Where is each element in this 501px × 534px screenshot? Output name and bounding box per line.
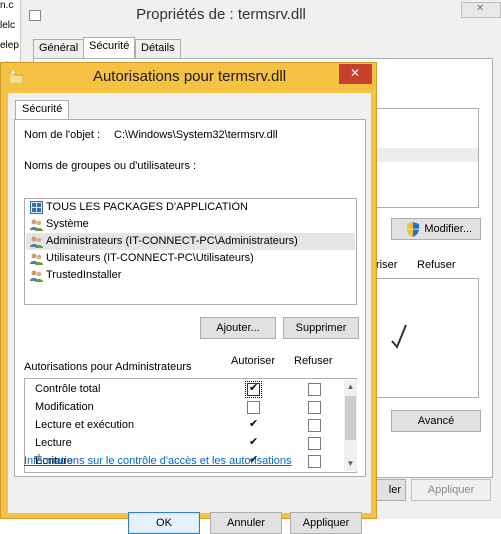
object-name-value: C:\Windows\System32\termsrv.dll bbox=[114, 129, 278, 141]
deny-checkbox[interactable] bbox=[308, 455, 321, 468]
back-col-deny: Refuser bbox=[417, 259, 456, 271]
tab-security[interactable]: Sécurité bbox=[15, 100, 70, 120]
list-item[interactable]: Système bbox=[26, 216, 355, 233]
security-panel: Nom de l'objet : C:\Windows\System32\ter… bbox=[14, 119, 366, 477]
back-col-allow: riser bbox=[376, 259, 398, 271]
tab-security[interactable]: Sécurité bbox=[83, 37, 136, 59]
add-button[interactable]: Ajouter... bbox=[200, 317, 276, 339]
deny-checkbox[interactable] bbox=[308, 437, 321, 450]
permissions-label: Autorisations pour Administrateurs bbox=[24, 361, 192, 373]
modify-button-label: Modifier... bbox=[424, 223, 472, 235]
deny-checkbox[interactable] bbox=[308, 383, 321, 396]
background-text: lelc bbox=[0, 20, 16, 31]
groups-label: Noms de groupes ou d'utilisateurs : bbox=[24, 160, 197, 172]
users-list[interactable]: TOUS LES PACKAGES D'APPLICATION Système … bbox=[24, 198, 357, 305]
properties-titlebar: Propriétés de : termsrv.dll bbox=[21, 0, 501, 32]
properties-title: Propriétés de : termsrv.dll bbox=[136, 6, 306, 23]
deny-checkbox[interactable] bbox=[308, 419, 321, 432]
ok-button[interactable]: OK bbox=[128, 512, 200, 534]
permission-row: Contrôle total bbox=[35, 383, 101, 395]
dialog-close-icon[interactable] bbox=[339, 64, 372, 84]
user-name: Système bbox=[46, 218, 89, 230]
permissions-scrollbar[interactable]: ▲ ▼ bbox=[344, 380, 357, 471]
permission-row: Lecture bbox=[35, 437, 72, 449]
col-allow-header: Autoriser bbox=[231, 355, 276, 367]
col-deny-header: Refuser bbox=[294, 355, 333, 367]
scroll-up-icon[interactable]: ▲ bbox=[345, 381, 356, 393]
back-users-selection bbox=[370, 148, 478, 162]
users-group-icon bbox=[30, 270, 43, 282]
dialog-body: Sécurité Nom de l'objet : C:\Windows\Sys… bbox=[8, 93, 371, 534]
app-packages-icon bbox=[30, 201, 43, 214]
users-group-icon bbox=[30, 219, 43, 231]
permission-row: Modification bbox=[35, 401, 94, 413]
deny-checkbox[interactable] bbox=[308, 401, 321, 414]
apply-button[interactable]: Appliquer bbox=[290, 512, 362, 534]
tab-details[interactable]: Détails bbox=[135, 39, 181, 59]
permission-row: Lecture et exécution bbox=[35, 419, 135, 431]
allow-checkbox[interactable] bbox=[245, 381, 262, 398]
background-text: n.c bbox=[0, 0, 14, 11]
users-group-icon bbox=[30, 236, 43, 248]
list-item[interactable]: TOUS LES PACKAGES D'APPLICATION bbox=[26, 199, 355, 216]
object-name-label: Nom de l'objet : bbox=[24, 129, 101, 141]
list-item[interactable]: Utilisateurs (IT-CONNECT-PC\Utilisateurs… bbox=[26, 250, 355, 267]
shield-icon bbox=[407, 222, 419, 237]
tab-general[interactable]: Général bbox=[33, 39, 85, 59]
advanced-button[interactable]: Avancé bbox=[391, 410, 481, 432]
modify-button[interactable]: Modifier... bbox=[391, 218, 481, 240]
info-link[interactable]: Informations sur le contrôle d'accès et … bbox=[24, 455, 291, 467]
users-group-icon bbox=[30, 253, 43, 265]
allow-checkbox[interactable] bbox=[247, 401, 260, 414]
check-mark-icon bbox=[391, 324, 407, 349]
list-item[interactable]: TrustedInstaller bbox=[26, 267, 355, 284]
scroll-thumb[interactable] bbox=[345, 396, 356, 440]
cancel-button[interactable]: Annuler bbox=[210, 512, 282, 534]
allow-checkbox[interactable] bbox=[247, 417, 260, 432]
permissions-dialog: Autorisations pour termsrv.dll Sécurité … bbox=[0, 62, 377, 534]
background-text: elep bbox=[0, 40, 19, 51]
close-icon[interactable] bbox=[461, 2, 501, 18]
user-name: TOUS LES PACKAGES D'APPLICATION bbox=[46, 201, 248, 213]
user-name: Utilisateurs (IT-CONNECT-PC\Utilisateurs… bbox=[46, 252, 254, 264]
user-name: Administrateurs (IT-CONNECT-PC\Administr… bbox=[46, 235, 298, 247]
back-apply-button: Appliquer bbox=[411, 479, 491, 501]
list-item[interactable]: Administrateurs (IT-CONNECT-PC\Administr… bbox=[26, 233, 355, 250]
user-name: TrustedInstaller bbox=[46, 269, 122, 281]
allow-checkbox[interactable] bbox=[247, 435, 260, 450]
scroll-down-icon[interactable]: ▼ bbox=[345, 458, 356, 470]
remove-button[interactable]: Supprimer bbox=[283, 317, 359, 339]
dialog-title: Autorisations pour termsrv.dll bbox=[92, 68, 287, 85]
back-permissions-list bbox=[369, 278, 479, 398]
